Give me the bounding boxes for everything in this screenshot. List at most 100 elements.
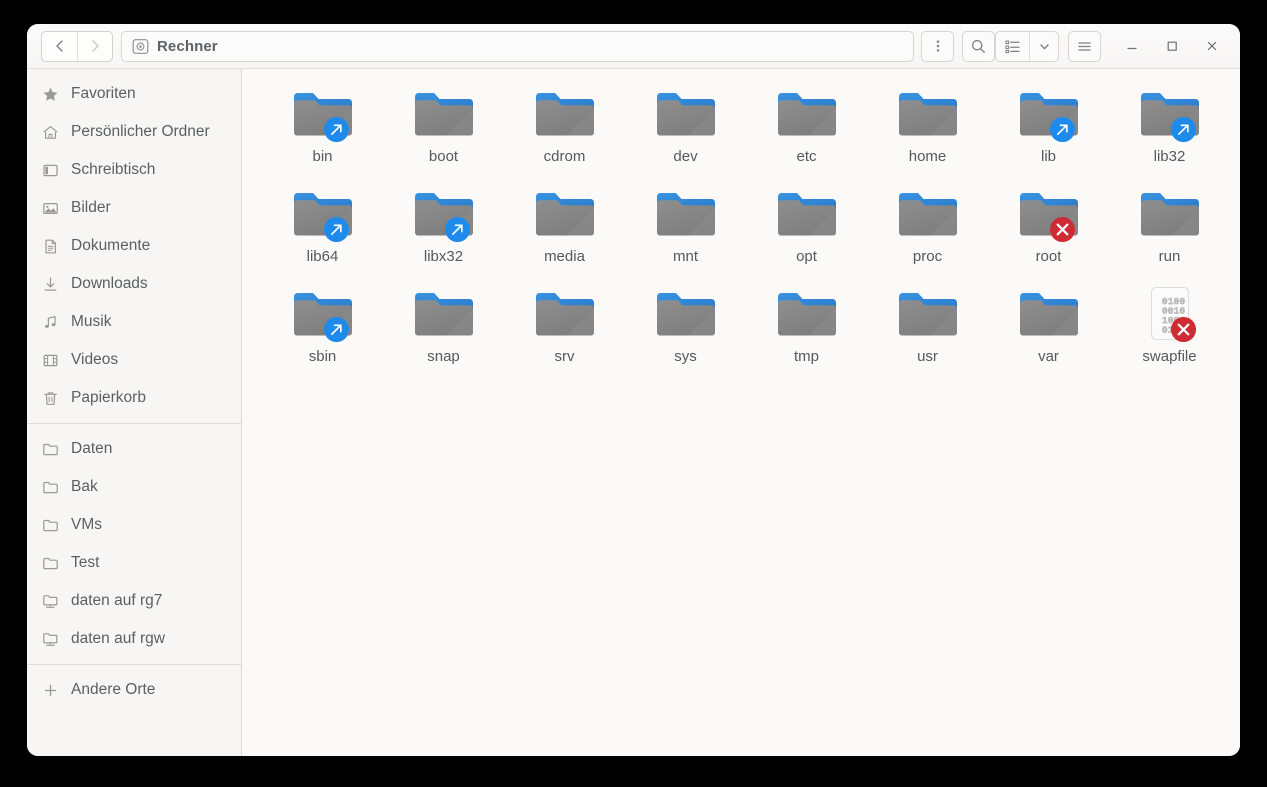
file-item-proc[interactable]: proc (867, 183, 988, 275)
minimize-button[interactable] (1112, 26, 1152, 66)
file-item-bin[interactable]: bin (262, 83, 383, 175)
sidebar-item-downloads[interactable]: Downloads (27, 265, 241, 303)
sidebar-separator (27, 423, 241, 424)
folder-icon (535, 193, 594, 236)
file-item-srv[interactable]: srv (504, 283, 625, 375)
folder-icon (535, 93, 594, 136)
file-item-label: usr (917, 348, 938, 365)
file-item-label: mnt (672, 248, 698, 265)
folder-icon (535, 293, 594, 336)
chevron-right-icon (92, 40, 99, 52)
folder-icon (414, 93, 473, 136)
sidebar-item-papierkorb[interactable]: Papierkorb (27, 379, 241, 417)
chevron-left-icon (55, 40, 63, 52)
folder-icon-wrapper (1016, 183, 1082, 245)
sidebar-item-vms[interactable]: VMs (27, 506, 241, 544)
file-item-sys[interactable]: sys (625, 283, 746, 375)
path-menu-button[interactable] (921, 30, 954, 62)
sidebar-item-label: Videos (71, 351, 119, 368)
file-item-media[interactable]: media (504, 183, 625, 275)
file-item-sbin[interactable]: sbin (262, 283, 383, 375)
document-icon (41, 237, 59, 255)
folder-icon (656, 193, 715, 236)
sidebar-item-daten[interactable]: Daten (27, 430, 241, 468)
folder-icon (898, 193, 957, 236)
network-folder-icon (41, 630, 59, 648)
sidebar-item-bilder[interactable]: Bilder (27, 189, 241, 227)
search-icon (971, 39, 985, 53)
file-grid: bin boot cdrom dev etc home lib lib32 lib64 libx3… (262, 83, 1230, 375)
drive-icon (132, 38, 149, 54)
folder-icon (41, 478, 59, 496)
desktop-icon (41, 161, 59, 179)
file-item-run[interactable]: run (1109, 183, 1230, 275)
file-item-mnt[interactable]: mnt (625, 183, 746, 275)
file-item-swapfile[interactable]: 0100 0010 1001 01 swapfile (1109, 283, 1230, 375)
sidebar-item-test[interactable]: Test (27, 544, 241, 582)
hamburger-menu-icon (1078, 41, 1091, 51)
folder-icon-wrapper (895, 83, 961, 145)
folder-icon (656, 293, 715, 336)
list-view-button[interactable] (996, 32, 1029, 61)
symlink-emblem-icon (323, 116, 349, 143)
unreadable-emblem-icon (1049, 216, 1075, 243)
file-item-label: etc (796, 148, 817, 165)
search-button[interactable] (962, 30, 995, 62)
folder-icon (1019, 293, 1078, 336)
file-item-lib64[interactable]: lib64 (262, 183, 383, 275)
sidebar-item-videos[interactable]: Videos (27, 341, 241, 379)
view-options-dropdown[interactable] (1029, 31, 1058, 61)
folder-icon (414, 293, 473, 336)
sidebar-item-label: Schreibtisch (71, 161, 156, 178)
folder-icon-wrapper (653, 283, 719, 345)
sidebar-item-daten-auf-rgw[interactable]: daten auf rgw (27, 620, 241, 658)
file-item-root[interactable]: root (988, 183, 1109, 275)
sidebar-item-schreibtisch[interactable]: Schreibtisch (27, 151, 241, 189)
network-folder-icon (41, 592, 59, 610)
film-icon (41, 351, 59, 369)
file-item-label: dev (673, 148, 698, 165)
sidebar-item-andere-orte[interactable]: Andere Orte (27, 671, 241, 709)
sidebar-item-favoriten[interactable]: Favoriten (27, 75, 241, 113)
file-item-home[interactable]: home (867, 83, 988, 175)
trash-icon (41, 389, 59, 407)
sidebar-item-personlicher-ordner[interactable]: Persönlicher Ordner (27, 113, 241, 151)
file-item-tmp[interactable]: tmp (746, 283, 867, 375)
main-menu-button[interactable] (1068, 30, 1101, 62)
file-item-usr[interactable]: usr (867, 283, 988, 375)
maximize-button[interactable] (1152, 26, 1192, 66)
folder-icon-wrapper (774, 183, 840, 245)
file-icon-view[interactable]: bin boot cdrom dev etc home lib lib32 lib64 libx3… (242, 69, 1240, 756)
forward-button[interactable] (77, 31, 112, 61)
sidebar-item-bak[interactable]: Bak (27, 468, 241, 506)
folder-icon-wrapper (290, 183, 356, 245)
folder-icon-wrapper (290, 83, 356, 145)
file-item-libx32[interactable]: libx32 (383, 183, 504, 275)
file-item-boot[interactable]: boot (383, 83, 504, 175)
sidebar-item-daten-auf-rg7[interactable]: daten auf rg7 (27, 582, 241, 620)
folder-icon-wrapper (290, 283, 356, 345)
file-item-label: lib (1040, 148, 1056, 165)
chevron-down-icon (1039, 43, 1049, 49)
sidebar-item-label: Papierkorb (71, 389, 146, 406)
file-item-dev[interactable]: dev (625, 83, 746, 175)
sidebar-item-dokumente[interactable]: Dokumente (27, 227, 241, 265)
sidebar-item-label: Favoriten (71, 85, 136, 102)
folder-icon (777, 193, 836, 236)
file-item-label: bin (312, 148, 333, 165)
unreadable-emblem-icon (1170, 316, 1196, 343)
path-bar[interactable]: Rechner (121, 30, 914, 62)
file-item-lib[interactable]: lib (988, 83, 1109, 175)
sidebar-item-musik[interactable]: Musik (27, 303, 241, 341)
close-button[interactable] (1192, 26, 1232, 66)
file-item-label: root (1035, 248, 1062, 265)
file-item-etc[interactable]: etc (746, 83, 867, 175)
file-item-lib32[interactable]: lib32 (1109, 83, 1230, 175)
file-item-cdrom[interactable]: cdrom (504, 83, 625, 175)
file-item-var[interactable]: var (988, 283, 1109, 375)
file-item-opt[interactable]: opt (746, 183, 867, 275)
back-button[interactable] (42, 32, 77, 61)
file-item-snap[interactable]: snap (383, 283, 504, 375)
folder-icon (898, 293, 957, 336)
file-item-label: snap (427, 348, 460, 365)
